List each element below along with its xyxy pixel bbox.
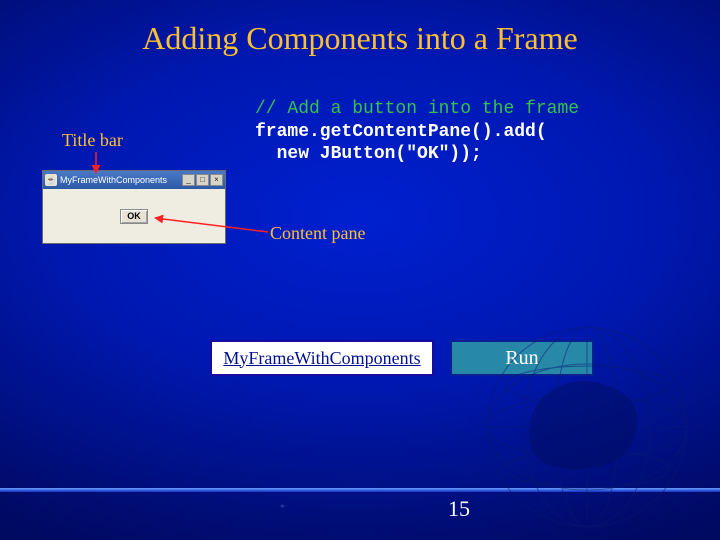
java-frame-content-pane: OK — [43, 189, 225, 243]
java-frame-titlebar: ☕ MyFrameWithComponents _ □ × — [43, 171, 225, 189]
code-block: // Add a button into the frame frame.get… — [255, 98, 695, 166]
maximize-icon: □ — [196, 174, 209, 186]
ok-button: OK — [120, 209, 148, 224]
page-number: 15 — [448, 496, 470, 522]
java-frame-title: MyFrameWithComponents — [60, 175, 179, 185]
class-link[interactable]: MyFrameWithComponents — [210, 340, 434, 376]
annotation-title-bar: Title bar — [62, 130, 123, 151]
close-icon: × — [210, 174, 223, 186]
java-icon: ☕ — [45, 174, 57, 186]
window-controls: _ □ × — [182, 174, 223, 186]
minimize-icon: _ — [182, 174, 195, 186]
globe-icon — [482, 322, 692, 532]
code-comment: // Add a button into the frame — [255, 99, 579, 119]
code-line-1: frame.getContentPane().add( — [255, 122, 547, 142]
code-line-2: new JButton("OK")); — [255, 144, 482, 164]
java-frame: ☕ MyFrameWithComponents _ □ × OK — [42, 170, 226, 244]
footer-mark: * — [280, 503, 285, 514]
slide: Adding Components into a Frame // Add a … — [0, 0, 720, 540]
slide-title: Adding Components into a Frame — [0, 20, 720, 57]
annotation-content-pane: Content pane — [270, 223, 365, 244]
